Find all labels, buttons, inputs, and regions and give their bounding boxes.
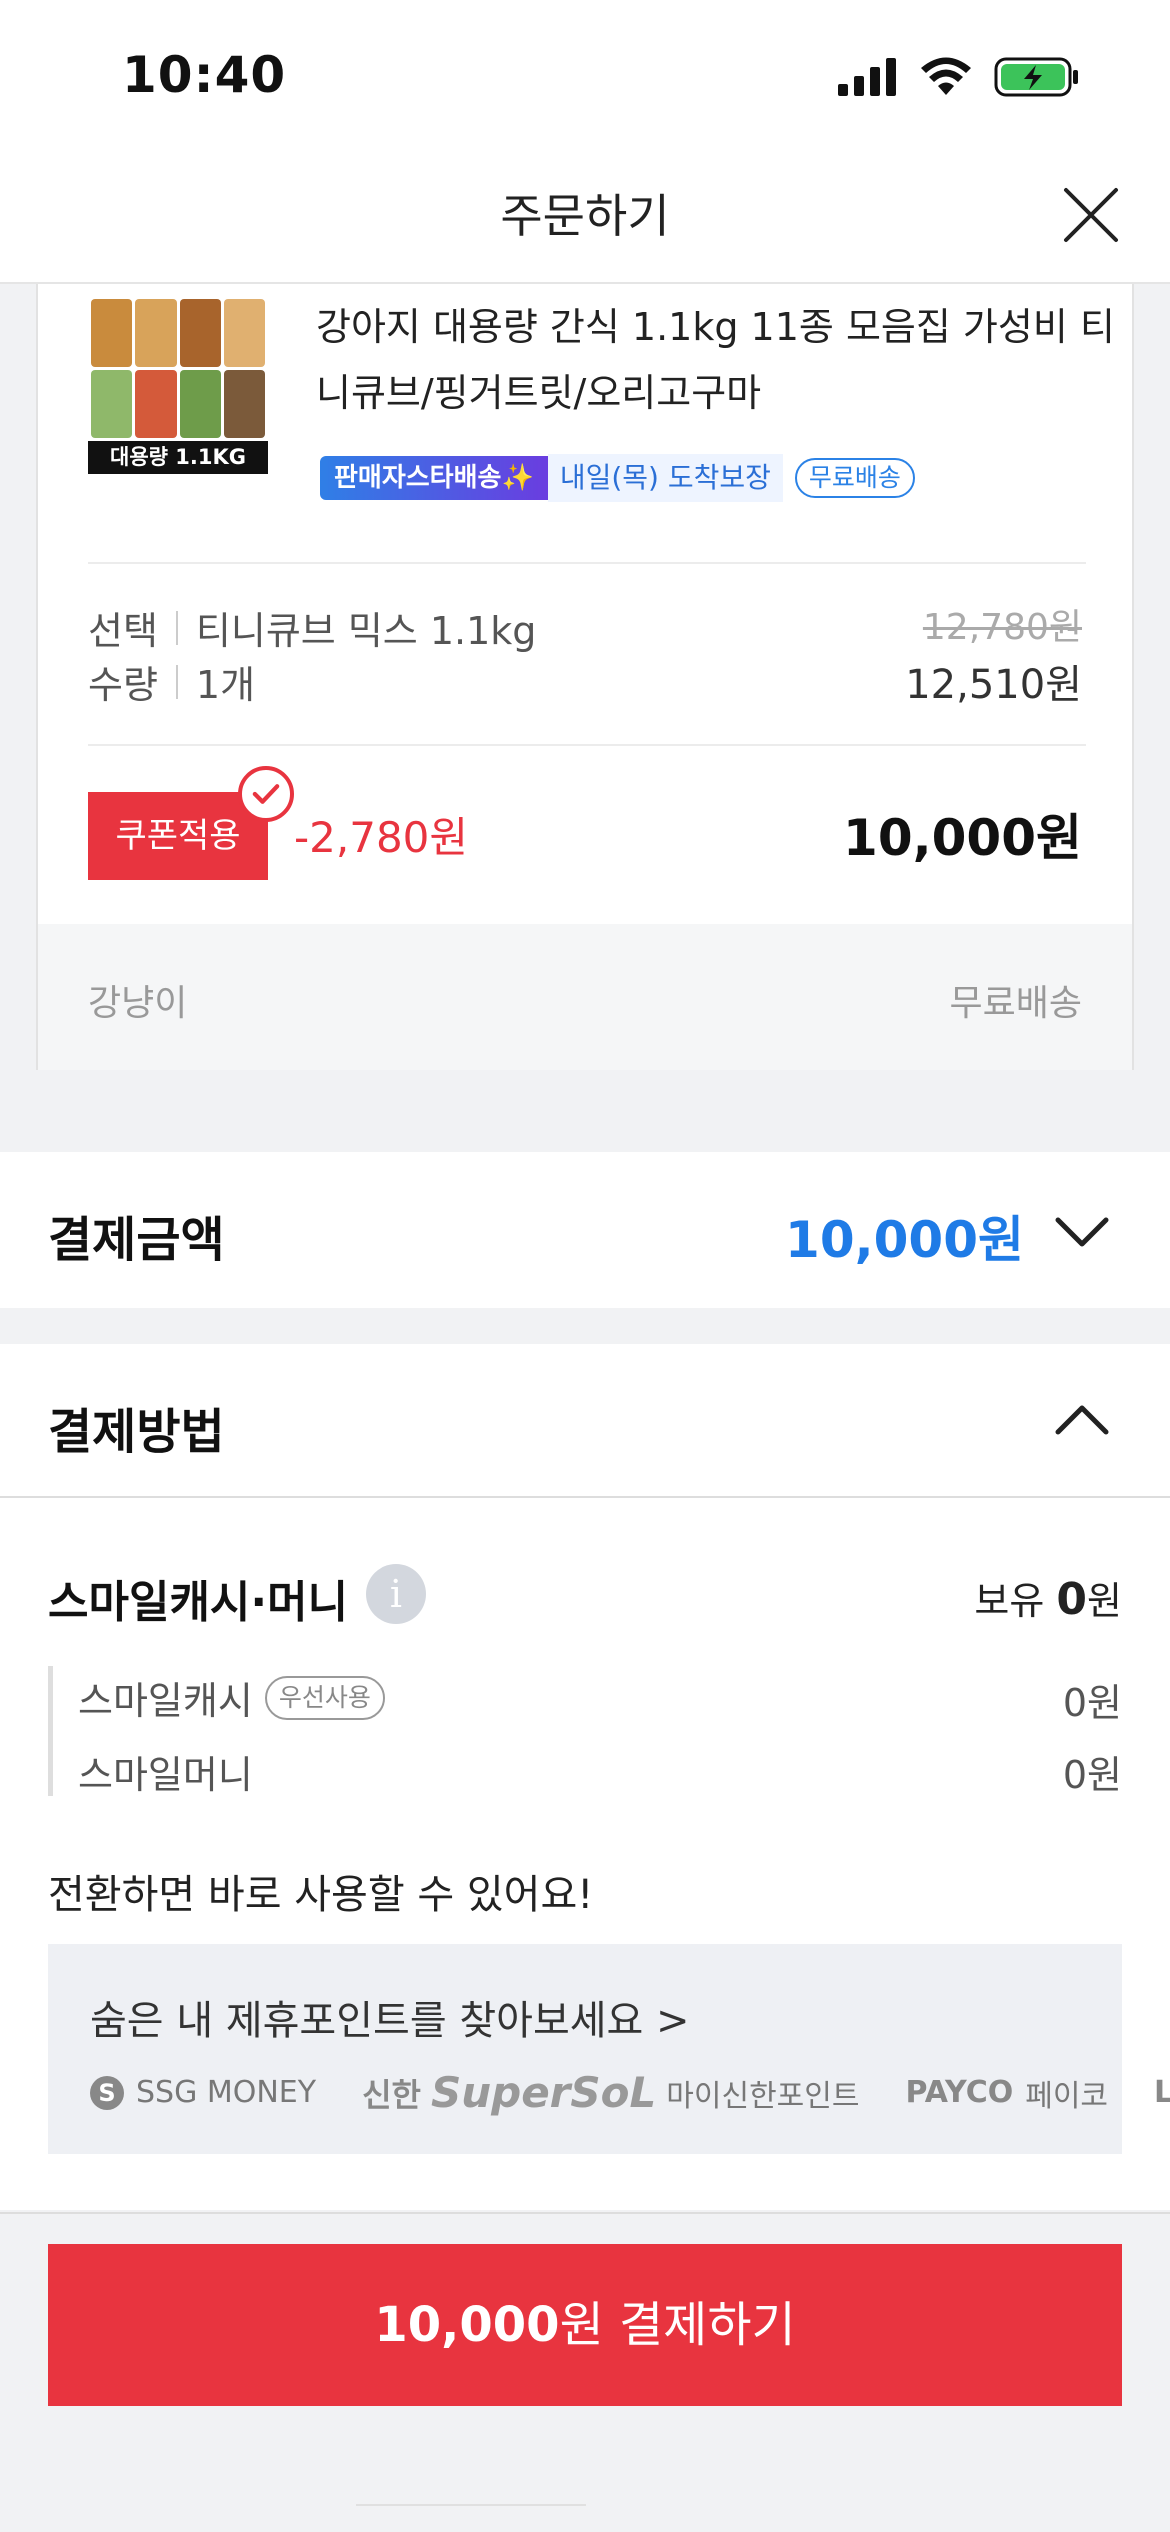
status-time: 10:40 (122, 46, 287, 104)
sub-list-bar (48, 1666, 53, 1796)
thumbnail-image (88, 296, 268, 441)
seller-name[interactable]: 강냥이 (88, 974, 187, 1026)
pay-button[interactable]: 10,000원 결제하기 (48, 2244, 1122, 2406)
payco-logo[interactable]: PAYCO 페이코 (905, 2071, 1108, 2115)
holding-amount: 0 (1056, 1574, 1088, 1625)
quantity-label: 수량 (88, 663, 158, 707)
payment-amount-title: 결제금액 (48, 1212, 225, 1268)
payco-mark: PAYCO (905, 2075, 1014, 2110)
home-indicator (356, 2504, 586, 2506)
delivery-badges: 판매자스타배송✨ 내일(목) 도착보장 무료배송 (320, 454, 915, 502)
quantity-value: 1개 (195, 663, 256, 707)
divider (0, 1496, 1170, 1498)
payment-amount-section[interactable]: 결제금액 10,000원 (0, 1152, 1170, 1308)
payment-amount-value: 10,000원 (785, 1211, 1024, 1269)
separator (175, 664, 178, 699)
smile-money-row: 스마일머니 (78, 1744, 253, 1799)
shinhan-point-logo[interactable]: 신한 SuperSoL 마이신한포인트 (362, 2068, 859, 2117)
order-product-card: 대용량 1.1KG 강아지 대용량 간식 1.1kg 11종 모음집 가성비 티… (36, 284, 1134, 1070)
shinhan-mark: 신한 (362, 2075, 421, 2114)
coupon-discount: -2,780원 (294, 813, 469, 862)
partner-points-box[interactable]: 숨은 내 제휴포인트를 찾아보세요 > S SSG MONEY 신한 Super… (48, 1944, 1170, 2154)
priority-use-badge: 우선사용 (264, 1675, 385, 1720)
info-icon[interactable]: i (366, 1564, 426, 1624)
original-price: 12,780원 (922, 607, 1082, 648)
smile-cash-label: 스마일캐시 (78, 1679, 253, 1723)
partner-logo-l[interactable]: L (1154, 2075, 1170, 2110)
smile-cash-row: 스마일캐시 우선사용 (78, 1670, 385, 1725)
shinhan-point-label: 마이신한포인트 (666, 2078, 860, 2114)
smile-cash-value: 0원 (1062, 1681, 1122, 1725)
payment-method-title: 결제방법 (48, 1404, 225, 1460)
close-icon[interactable] (1056, 180, 1126, 250)
sale-price: 12,510원 (905, 662, 1082, 708)
supersol-logo: SuperSoL (430, 2068, 657, 2117)
smile-money-label: 스마일머니 (78, 1753, 253, 1797)
chevron-up-icon[interactable] (1052, 1400, 1112, 1440)
payco-label: 페이코 (1025, 2078, 1109, 2114)
holding-balance: 보유 0원 (974, 1570, 1122, 1625)
partner-l-mark: L (1154, 2075, 1170, 2110)
option-value: 티니큐브 믹스 1.1kg (195, 609, 537, 653)
product-title[interactable]: 강아지 대용량 간식 1.1kg 11종 모음집 가성비 티니큐브/핑거트릿/오… (316, 294, 1116, 426)
option-label: 선택 (88, 609, 158, 653)
free-shipping-badge: 무료배송 (794, 458, 915, 498)
holding-unit: 원 (1087, 1579, 1122, 1623)
divider (88, 562, 1086, 564)
chevron-down-icon[interactable] (1052, 1212, 1112, 1252)
shipping-fee: 무료배송 (949, 983, 1082, 1024)
wifi-icon (921, 57, 971, 95)
top-header: 주문하기 (0, 150, 1170, 284)
convert-hint: 전환하면 바로 사용할 수 있어요! (48, 1872, 594, 1918)
separator (175, 610, 178, 645)
seller-shipping-row: 강냥이 무료배송 (38, 924, 1132, 1070)
quantity-row: 수량 1개 (88, 654, 255, 709)
partner-logos: S SSG MONEY 신한 SuperSoL 마이신한포인트 PAYCO 페이… (90, 2068, 1170, 2117)
check-circle-icon (238, 766, 294, 822)
smile-money-value: 0원 (1062, 1753, 1122, 1797)
arrival-guarantee-badge: 내일(목) 도착보장 (547, 454, 783, 502)
bottom-pay-bar: 10,000원 결제하기 (0, 2212, 1170, 2532)
signal-icon (838, 58, 896, 96)
final-price: 10,000원 (843, 809, 1082, 867)
seller-star-badge: 판매자스타배송✨ (320, 456, 548, 500)
status-icons (838, 56, 1080, 98)
pay-button-amount: 10,000 (374, 2297, 560, 2353)
ssg-icon: S (90, 2075, 124, 2110)
status-bar: 10:40 (0, 0, 1170, 150)
divider (88, 744, 1086, 746)
ssg-money-logo[interactable]: S SSG MONEY (90, 2075, 316, 2110)
option-row: 선택 티니큐브 믹스 1.1kg (88, 600, 536, 655)
find-points-link[interactable]: 숨은 내 제휴포인트를 찾아보세요 > (90, 1988, 690, 2046)
product-thumbnail[interactable]: 대용량 1.1KG (88, 296, 268, 474)
pay-button-label: 원 결제하기 (559, 2297, 796, 2353)
battery-charging-icon (994, 57, 1078, 97)
smile-cash-money-title: 스마일캐시·머니 (48, 1577, 349, 1628)
thumbnail-label: 대용량 1.1KG (88, 441, 268, 474)
page-title: 주문하기 (500, 189, 670, 243)
ssg-money-label: SSG MONEY (136, 2075, 317, 2110)
holding-label: 보유 (974, 1579, 1045, 1623)
